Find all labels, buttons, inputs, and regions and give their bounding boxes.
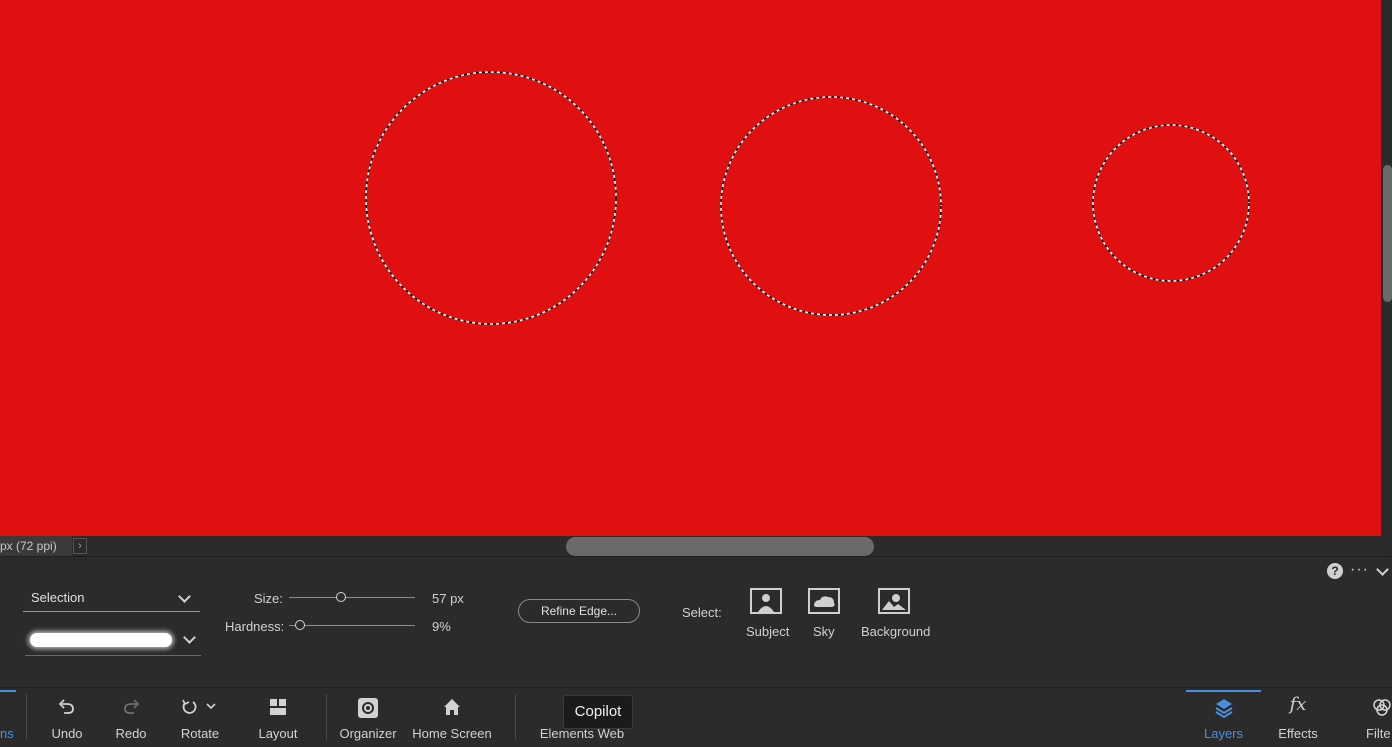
filters-panel-button[interactable]: Filte: [1358, 688, 1392, 747]
layers-label: Layers: [1203, 726, 1244, 741]
filters-label: Filte: [1366, 726, 1391, 741]
sky-label: Sky: [813, 624, 835, 639]
hardness-slider-track[interactable]: [289, 625, 415, 626]
undo-label: Undo: [51, 726, 83, 741]
select-subject-button[interactable]: Subject: [740, 588, 792, 642]
hardness-value: 9%: [432, 619, 451, 634]
redo-button[interactable]: Redo: [106, 688, 156, 747]
chevron-down-icon: [183, 631, 196, 644]
size-slider-track[interactable]: [289, 597, 415, 598]
help-icon[interactable]: ?: [1327, 563, 1343, 579]
home-screen-button[interactable]: Home Screen: [410, 688, 494, 747]
taskbar-separator: [326, 694, 327, 740]
refine-edge-button[interactable]: Refine Edge...: [518, 599, 640, 623]
select-sky-button[interactable]: Sky: [805, 588, 845, 642]
selection-mode-dropdown[interactable]: Selection: [23, 586, 200, 612]
tool-options-panel: [0, 556, 1392, 687]
layers-icon: [1214, 699, 1233, 718]
brush-preset-picker[interactable]: [25, 625, 201, 656]
fx-icon: fx: [1289, 694, 1307, 715]
selection-mode-value: Selection: [31, 590, 85, 605]
layout-button[interactable]: Layout: [252, 688, 304, 747]
selection-marquee: [365, 71, 1250, 325]
brush-stroke-preview: [30, 633, 172, 647]
select-label: Select:: [682, 605, 722, 620]
rotate-button[interactable]: Rotate: [172, 688, 228, 747]
organizer-icon: [358, 698, 378, 718]
rotate-label: Rotate: [180, 726, 220, 741]
left-tab-active-indicator: [0, 690, 16, 692]
select-background-button[interactable]: Background: [858, 588, 932, 642]
subject-icon: [750, 588, 782, 614]
taskbar-separator: [26, 694, 27, 740]
left-tab-label[interactable]: ns: [0, 726, 14, 741]
layers-panel-button[interactable]: Layers: [1186, 688, 1261, 747]
rotate-icon: [182, 699, 216, 714]
layout-label: Layout: [258, 726, 298, 741]
effects-label: Effects: [1278, 726, 1318, 741]
size-value: 57 px: [432, 591, 464, 606]
home-icon: [444, 699, 460, 715]
home-screen-label: Home Screen: [412, 726, 492, 741]
hardness-label: Hardness:: [225, 619, 285, 634]
copilot-tooltip: Copilot: [563, 695, 633, 729]
organizer-label: Organizer: [339, 726, 397, 741]
background-icon: [878, 588, 910, 614]
organizer-button[interactable]: Organizer: [338, 688, 398, 747]
subject-label: Subject: [746, 624, 790, 639]
status-expand-arrow[interactable]: ›: [73, 538, 87, 554]
horizontal-scroll-thumb[interactable]: [566, 537, 874, 556]
size-slider-handle[interactable]: [335, 592, 346, 602]
image-canvas[interactable]: [0, 0, 1381, 536]
redo-icon: [124, 699, 140, 714]
undo-button[interactable]: Undo: [42, 688, 92, 747]
undo-icon: [58, 699, 74, 714]
taskbar-separator: [515, 694, 516, 740]
filters-icon: [1373, 699, 1391, 716]
effects-panel-button[interactable]: fx Effects: [1268, 688, 1328, 747]
redo-label: Redo: [115, 726, 147, 741]
size-label: Size:: [254, 591, 283, 606]
background-label: Background: [861, 624, 931, 639]
chevron-down-icon: [178, 590, 191, 603]
sky-icon: [808, 588, 840, 614]
layout-icon: [270, 699, 286, 715]
document-info: px (72 ppi): [0, 536, 72, 556]
more-options-icon[interactable]: ···: [1350, 561, 1369, 579]
vertical-scroll-thumb[interactable]: [1383, 165, 1392, 302]
